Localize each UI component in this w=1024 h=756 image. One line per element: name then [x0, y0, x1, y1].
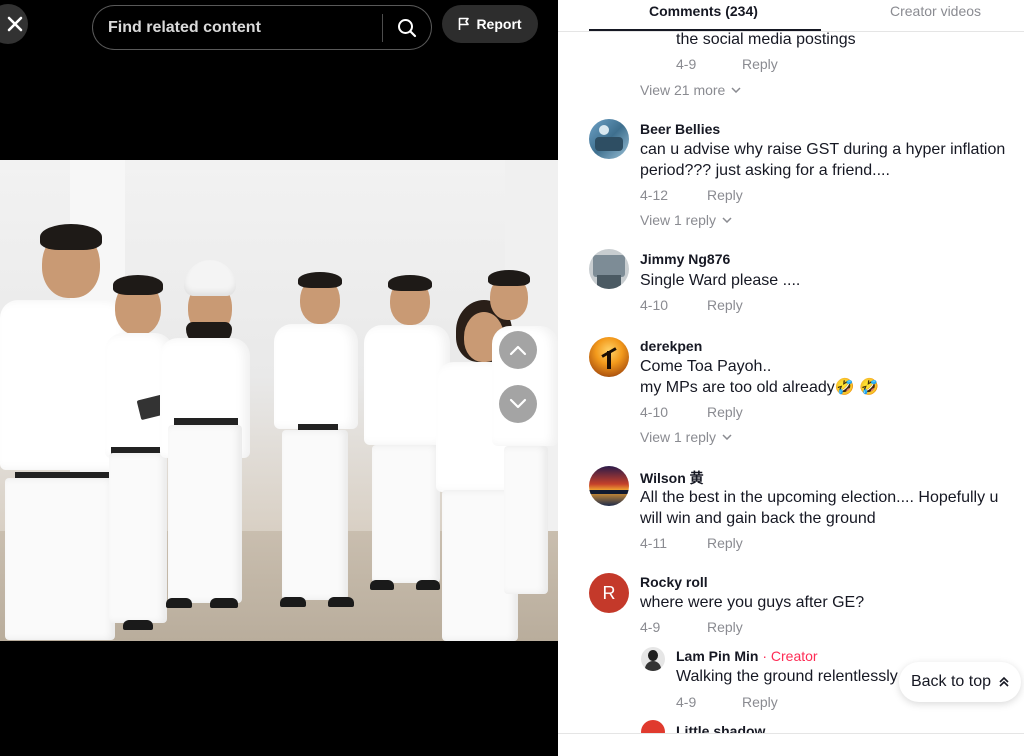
tab-creator-videos[interactable]: Creator videos — [890, 3, 981, 19]
reply-username-text: Lam Pin Min — [676, 648, 759, 664]
person — [482, 270, 558, 610]
close-icon — [7, 16, 23, 32]
avatar-letter: R — [602, 582, 616, 603]
comment-date: 4-10 — [640, 404, 669, 420]
comment-text: my MPs are too old already🤣 🤣 — [640, 379, 880, 396]
comment-text: Come Toa Payoh.. — [640, 358, 772, 375]
comment-text: All the best in the upcoming election...… — [640, 489, 999, 506]
comment-username[interactable]: Beer Bellies — [640, 121, 720, 137]
reply-text: Walking the ground relentlessly — [676, 668, 898, 685]
comment-date: 4-11 — [640, 535, 667, 551]
search-button[interactable] — [383, 5, 431, 50]
comment-input-bar — [558, 733, 1024, 756]
comment-username[interactable]: Wilson 黄 — [640, 468, 704, 488]
chevron-down-icon — [731, 87, 741, 93]
comment-username[interactable]: Rocky roll — [640, 574, 708, 590]
reply-button[interactable]: Reply — [707, 619, 743, 635]
reply-username[interactable]: Lam Pin Min · Creator — [676, 648, 818, 664]
report-label: Report — [476, 16, 522, 32]
chevron-down-icon — [722, 434, 732, 440]
avatar[interactable] — [641, 647, 665, 671]
double-chevron-up-icon — [999, 676, 1009, 687]
close-button[interactable] — [0, 4, 28, 44]
comment-text: the social media postings — [676, 31, 856, 48]
person — [270, 272, 362, 617]
creator-separator: · — [758, 648, 771, 664]
reply-button[interactable]: Reply — [707, 187, 743, 203]
previous-video-button[interactable] — [499, 331, 537, 369]
creator-badge: Creator — [770, 648, 818, 664]
reply-button[interactable]: Reply — [707, 297, 743, 313]
report-button[interactable]: Report — [442, 5, 538, 43]
search-bar[interactable]: Find related content — [92, 5, 432, 50]
reply-button[interactable]: Reply — [742, 694, 778, 710]
view-more-label: View 1 reply — [640, 212, 717, 228]
search-input[interactable]: Find related content — [93, 19, 382, 37]
chevron-down-icon — [722, 217, 732, 223]
media-player: Find related content Report — [0, 0, 558, 756]
view-more-replies[interactable]: View 1 reply — [640, 212, 732, 228]
chevron-down-icon — [509, 398, 527, 409]
tab-underline — [589, 29, 821, 31]
view-more-label: View 1 reply — [640, 429, 717, 445]
video-frame[interactable] — [0, 160, 558, 641]
comment-date: 4-9 — [676, 56, 697, 72]
search-icon — [398, 18, 417, 37]
avatar[interactable] — [589, 249, 629, 289]
comment-text: period??? just asking for a friend.... — [640, 162, 890, 179]
comment-username[interactable]: Jimmy Ng876 — [640, 251, 730, 267]
avatar[interactable] — [589, 119, 629, 159]
view-more-replies[interactable]: View 21 more — [640, 82, 741, 98]
next-video-button[interactable] — [499, 385, 537, 423]
comment-date: 4-10 — [640, 297, 669, 313]
comment-username[interactable]: derekpen — [640, 338, 702, 354]
tab-bar: Comments (234) Creator videos — [558, 0, 1024, 32]
flag-icon — [459, 17, 470, 30]
comment-text: can u advise why raise GST during a hype… — [640, 141, 1006, 158]
person — [160, 260, 250, 620]
comment-date: 4-12 — [640, 187, 669, 203]
view-more-replies[interactable]: View 1 reply — [640, 429, 732, 445]
comments-panel: Comments (234) Creator videos the social… — [558, 0, 1024, 756]
comment-date: 4-9 — [640, 619, 661, 635]
back-to-top-button[interactable]: Back to top — [899, 662, 1021, 702]
chevron-up-icon — [509, 345, 527, 356]
avatar[interactable]: R — [589, 573, 629, 613]
comment-text: where were you guys after GE? — [640, 594, 865, 611]
turban — [184, 260, 236, 296]
comment-date: 4-9 — [676, 694, 697, 710]
comment-text: will win and gain back the ground — [640, 510, 876, 527]
avatar[interactable] — [589, 466, 629, 506]
tab-comments[interactable]: Comments (234) — [649, 3, 758, 19]
reply-button[interactable]: Reply — [707, 535, 743, 551]
reply-button[interactable]: Reply — [707, 404, 743, 420]
reply-button[interactable]: Reply — [742, 56, 778, 72]
comment-text: Single Ward please .... — [640, 272, 801, 289]
avatar[interactable] — [589, 337, 629, 377]
back-to-top-label: Back to top — [910, 673, 992, 690]
view-more-label: View 21 more — [640, 82, 726, 98]
